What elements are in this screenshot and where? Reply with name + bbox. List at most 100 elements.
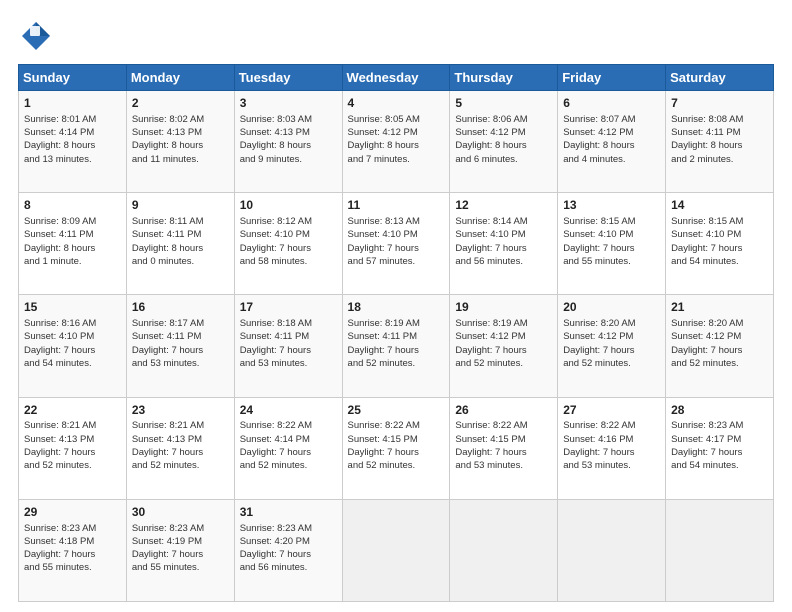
cell-line: and 54 minutes.	[24, 357, 121, 370]
cell-line: Sunrise: 8:23 AM	[24, 522, 121, 535]
cell-line: and 52 minutes.	[671, 357, 768, 370]
week-row-5: 29Sunrise: 8:23 AMSunset: 4:18 PMDayligh…	[19, 499, 774, 601]
cell-line: Sunrise: 8:06 AM	[455, 113, 552, 126]
logo	[18, 18, 60, 54]
cell-line: Daylight: 7 hours	[348, 446, 445, 459]
day-number: 9	[132, 197, 229, 214]
calendar-table: SundayMondayTuesdayWednesdayThursdayFrid…	[18, 64, 774, 602]
calendar-cell: 5Sunrise: 8:06 AMSunset: 4:12 PMDaylight…	[450, 91, 558, 193]
day-number: 27	[563, 402, 660, 419]
cell-line: Sunrise: 8:16 AM	[24, 317, 121, 330]
cell-line: Sunrise: 8:13 AM	[348, 215, 445, 228]
calendar-cell: 1Sunrise: 8:01 AMSunset: 4:14 PMDaylight…	[19, 91, 127, 193]
day-number: 18	[348, 299, 445, 316]
week-row-1: 1Sunrise: 8:01 AMSunset: 4:14 PMDaylight…	[19, 91, 774, 193]
cell-line: and 52 minutes.	[563, 357, 660, 370]
cell-line: Sunrise: 8:05 AM	[348, 113, 445, 126]
cell-line: Sunset: 4:10 PM	[240, 228, 337, 241]
cell-line: Daylight: 7 hours	[455, 242, 552, 255]
cell-line: Sunset: 4:18 PM	[24, 535, 121, 548]
cell-line: and 1 minute.	[24, 255, 121, 268]
cell-line: Daylight: 8 hours	[240, 139, 337, 152]
cell-line: Sunrise: 8:03 AM	[240, 113, 337, 126]
cell-line: and 55 minutes.	[563, 255, 660, 268]
day-header-wednesday: Wednesday	[342, 65, 450, 91]
cell-line: Daylight: 7 hours	[132, 548, 229, 561]
cell-line: Sunrise: 8:21 AM	[132, 419, 229, 432]
cell-line: Sunset: 4:14 PM	[24, 126, 121, 139]
cell-line: Daylight: 7 hours	[132, 344, 229, 357]
week-row-4: 22Sunrise: 8:21 AMSunset: 4:13 PMDayligh…	[19, 397, 774, 499]
cell-line: Daylight: 7 hours	[24, 446, 121, 459]
cell-line: Sunset: 4:10 PM	[563, 228, 660, 241]
day-number: 3	[240, 95, 337, 112]
cell-line: Sunrise: 8:18 AM	[240, 317, 337, 330]
calendar-cell: 2Sunrise: 8:02 AMSunset: 4:13 PMDaylight…	[126, 91, 234, 193]
cell-line: Sunset: 4:15 PM	[348, 433, 445, 446]
general-blue-icon	[18, 18, 54, 54]
cell-line: Daylight: 7 hours	[563, 242, 660, 255]
cell-line: Sunrise: 8:22 AM	[348, 419, 445, 432]
cell-line: Daylight: 8 hours	[132, 242, 229, 255]
calendar-cell: 17Sunrise: 8:18 AMSunset: 4:11 PMDayligh…	[234, 295, 342, 397]
day-header-tuesday: Tuesday	[234, 65, 342, 91]
calendar-cell: 22Sunrise: 8:21 AMSunset: 4:13 PMDayligh…	[19, 397, 127, 499]
cell-line: Sunset: 4:12 PM	[455, 330, 552, 343]
cell-line: Sunset: 4:11 PM	[132, 330, 229, 343]
cell-line: and 53 minutes.	[240, 357, 337, 370]
cell-line: Sunset: 4:12 PM	[671, 330, 768, 343]
day-number: 21	[671, 299, 768, 316]
calendar-cell: 6Sunrise: 8:07 AMSunset: 4:12 PMDaylight…	[558, 91, 666, 193]
cell-line: Daylight: 8 hours	[563, 139, 660, 152]
cell-line: and 57 minutes.	[348, 255, 445, 268]
cell-line: Daylight: 7 hours	[671, 446, 768, 459]
cell-line: Daylight: 7 hours	[563, 344, 660, 357]
cell-line: and 6 minutes.	[455, 153, 552, 166]
cell-line: and 2 minutes.	[671, 153, 768, 166]
cell-line: and 55 minutes.	[24, 561, 121, 574]
cell-line: Daylight: 7 hours	[240, 344, 337, 357]
cell-line: Sunrise: 8:22 AM	[563, 419, 660, 432]
week-row-3: 15Sunrise: 8:16 AMSunset: 4:10 PMDayligh…	[19, 295, 774, 397]
cell-line: Sunset: 4:13 PM	[132, 126, 229, 139]
day-number: 1	[24, 95, 121, 112]
cell-line: Sunset: 4:11 PM	[240, 330, 337, 343]
calendar-cell	[450, 499, 558, 601]
cell-line: and 52 minutes.	[24, 459, 121, 472]
header-row: SundayMondayTuesdayWednesdayThursdayFrid…	[19, 65, 774, 91]
cell-line: Daylight: 7 hours	[240, 548, 337, 561]
cell-line: Sunset: 4:19 PM	[132, 535, 229, 548]
cell-line: and 52 minutes.	[240, 459, 337, 472]
calendar-cell	[342, 499, 450, 601]
cell-line: Sunrise: 8:08 AM	[671, 113, 768, 126]
cell-line: Sunrise: 8:09 AM	[24, 215, 121, 228]
cell-line: and 13 minutes.	[24, 153, 121, 166]
cell-line: Sunrise: 8:23 AM	[671, 419, 768, 432]
calendar-cell: 18Sunrise: 8:19 AMSunset: 4:11 PMDayligh…	[342, 295, 450, 397]
cell-line: and 53 minutes.	[455, 459, 552, 472]
day-number: 23	[132, 402, 229, 419]
day-header-friday: Friday	[558, 65, 666, 91]
calendar-cell	[558, 499, 666, 601]
cell-line: Sunset: 4:10 PM	[348, 228, 445, 241]
cell-line: Sunset: 4:13 PM	[240, 126, 337, 139]
calendar-cell: 13Sunrise: 8:15 AMSunset: 4:10 PMDayligh…	[558, 193, 666, 295]
day-number: 10	[240, 197, 337, 214]
calendar-cell: 29Sunrise: 8:23 AMSunset: 4:18 PMDayligh…	[19, 499, 127, 601]
calendar-cell: 31Sunrise: 8:23 AMSunset: 4:20 PMDayligh…	[234, 499, 342, 601]
day-number: 30	[132, 504, 229, 521]
calendar-cell: 19Sunrise: 8:19 AMSunset: 4:12 PMDayligh…	[450, 295, 558, 397]
calendar-cell: 7Sunrise: 8:08 AMSunset: 4:11 PMDaylight…	[666, 91, 774, 193]
cell-line: Sunset: 4:20 PM	[240, 535, 337, 548]
cell-line: and 9 minutes.	[240, 153, 337, 166]
cell-line: and 0 minutes.	[132, 255, 229, 268]
cell-line: and 52 minutes.	[132, 459, 229, 472]
cell-line: and 11 minutes.	[132, 153, 229, 166]
cell-line: and 55 minutes.	[132, 561, 229, 574]
calendar-cell: 27Sunrise: 8:22 AMSunset: 4:16 PMDayligh…	[558, 397, 666, 499]
cell-line: Sunrise: 8:20 AM	[671, 317, 768, 330]
calendar-cell: 15Sunrise: 8:16 AMSunset: 4:10 PMDayligh…	[19, 295, 127, 397]
cell-line: and 7 minutes.	[348, 153, 445, 166]
cell-line: Sunset: 4:10 PM	[24, 330, 121, 343]
header	[18, 18, 774, 54]
